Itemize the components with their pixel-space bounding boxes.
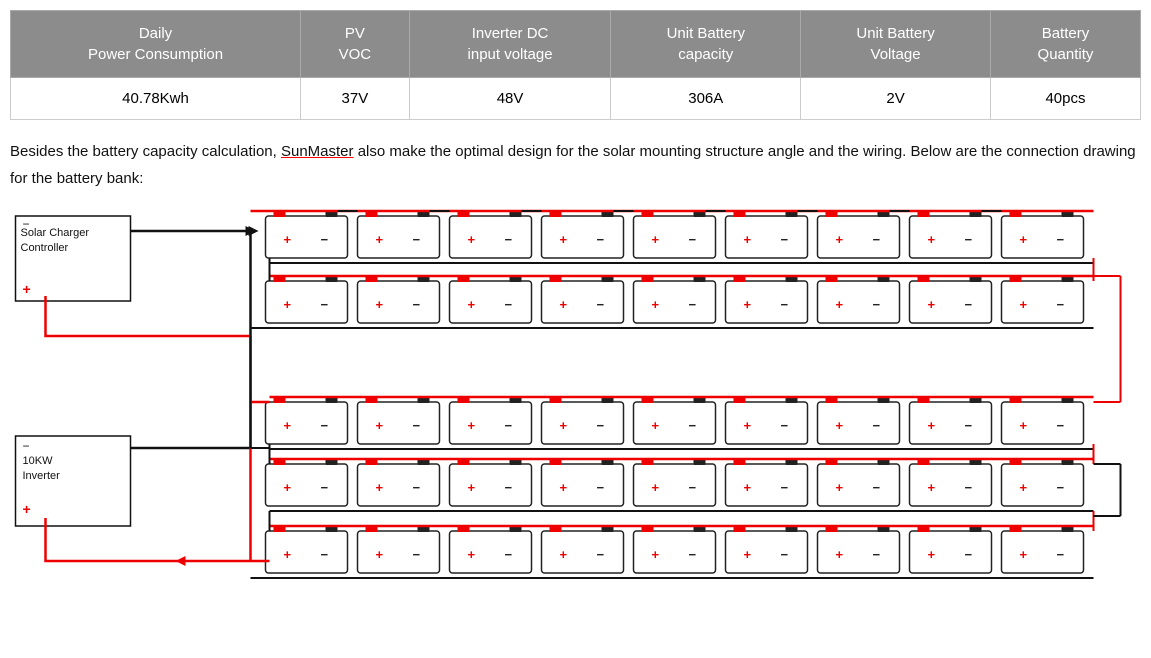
inverter-label: 10KW: [23, 455, 54, 467]
svg-text:+: +: [23, 501, 31, 517]
col-header-daily-power: DailyPower Consumption: [11, 11, 301, 78]
col-header-pv-voc: PVVOC: [301, 11, 410, 78]
svg-text:Inverter: Inverter: [23, 470, 61, 482]
specs-table: DailyPower Consumption PVVOC Inverter DC…: [10, 10, 1141, 120]
cell-unit-voltage: 2V: [801, 78, 991, 120]
svg-text:Controller: Controller: [21, 242, 69, 254]
cell-daily-power: 40.78Kwh: [11, 78, 301, 120]
sunmaster-link[interactable]: SunMaster: [281, 143, 354, 160]
cell-pv-voc: 37V: [301, 78, 410, 120]
cell-inverter: 48V: [409, 78, 611, 120]
svg-text:−: −: [23, 217, 30, 231]
col-header-unit-voltage: Unit BatteryVoltage: [801, 11, 991, 78]
svg-text:−: −: [23, 439, 30, 453]
svg-text:+: +: [23, 281, 31, 297]
col-header-battery-qty: BatteryQuantity: [990, 11, 1140, 78]
col-header-unit-capacity: Unit Batterycapacity: [611, 11, 801, 78]
col-header-inverter: Inverter DCinput voltage: [409, 11, 611, 78]
cell-unit-capacity: 306A: [611, 78, 801, 120]
description-text: Besides the battery capacity calculation…: [10, 138, 1141, 192]
cell-battery-qty: 40pcs: [990, 78, 1140, 120]
solar-charger-label: Solar Charger: [21, 227, 90, 239]
battery-diagram: Solar Charger Controller − + 10KW Invert…: [10, 206, 1141, 586]
description-before: Besides the battery capacity calculation…: [10, 143, 281, 160]
